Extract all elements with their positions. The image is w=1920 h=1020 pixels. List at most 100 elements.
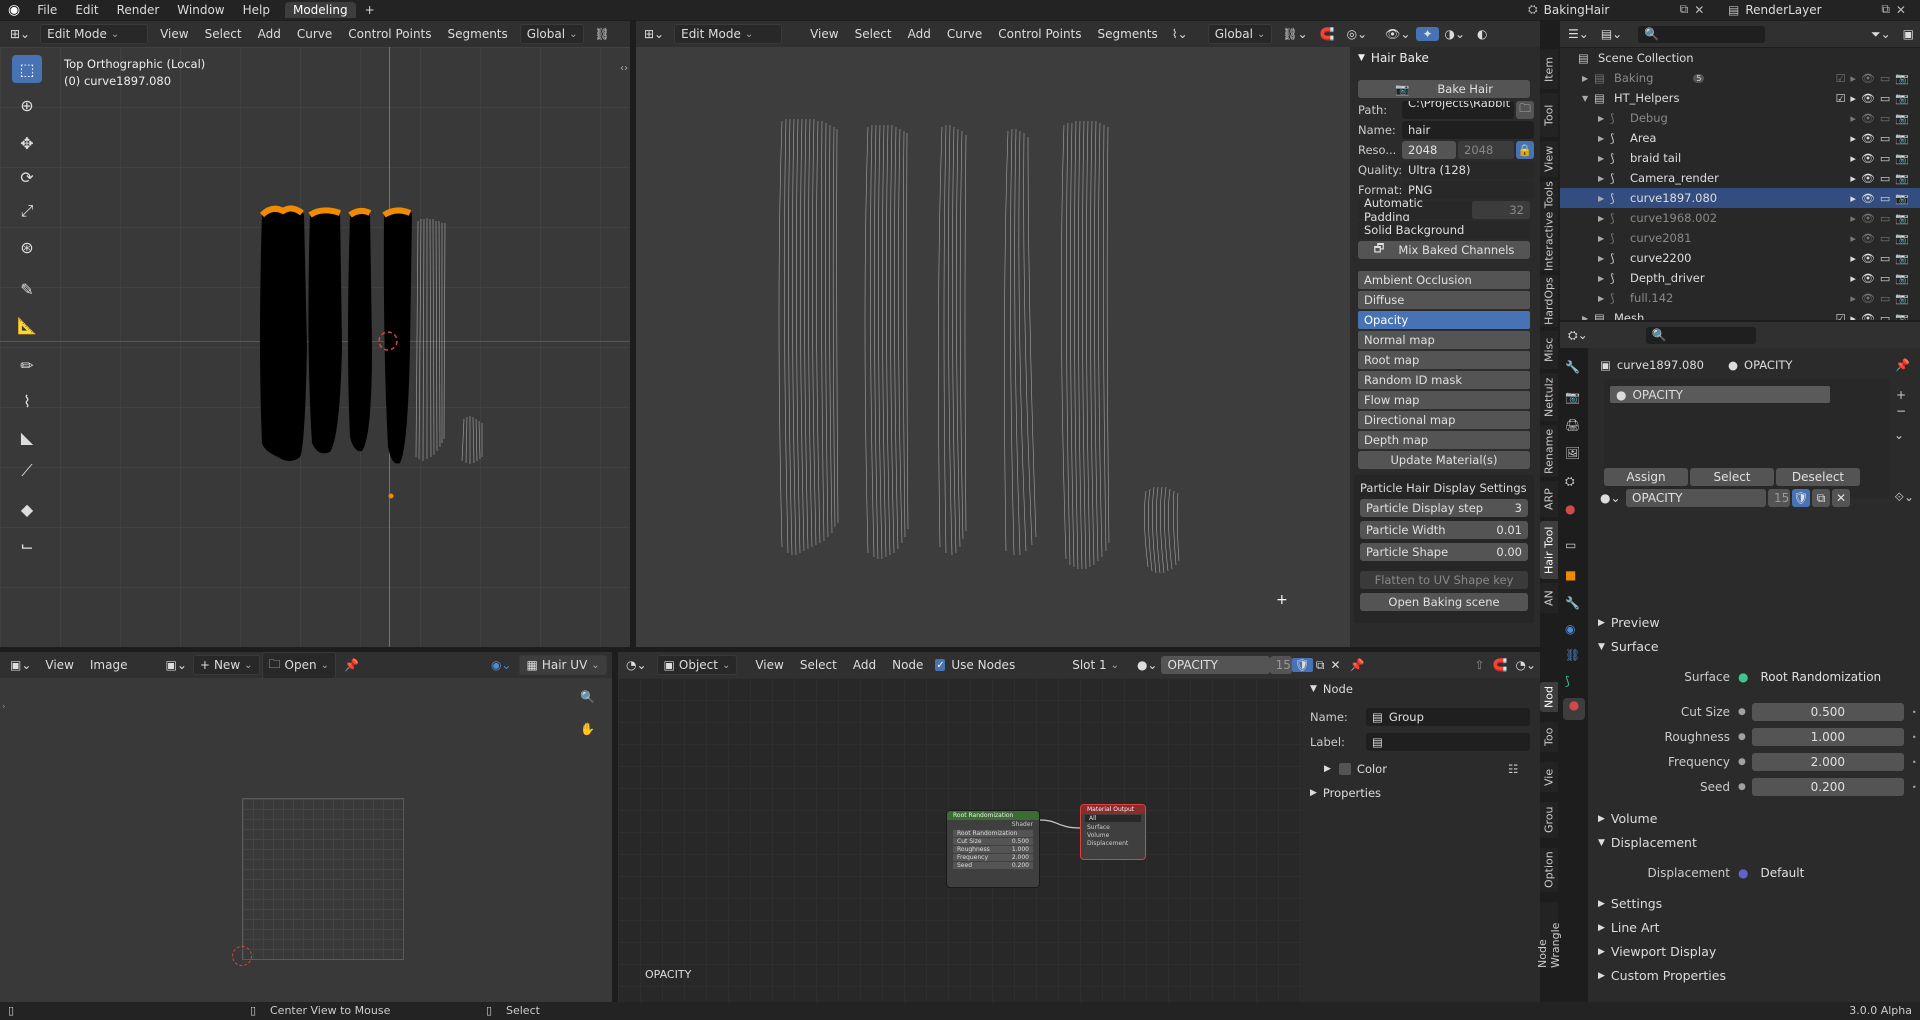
duplicate-material-icon[interactable]: ⧉ [1313,658,1328,673]
expand-arrow-icon[interactable]: ▶ [1598,114,1610,123]
mode-dropdown[interactable]: Edit Mode [40,24,149,44]
node-side-tab[interactable]: Grou [1540,802,1558,838]
color-presets-icon[interactable]: ☷ [1508,762,1518,776]
visibility-toggles[interactable]: ▸👁▭📷 [1850,112,1914,125]
editor-type-icon[interactable]: ⊞⌄ [0,27,36,41]
overlay-icon[interactable]: 👁⌄ [1379,27,1416,41]
display-mode-icon[interactable]: ▤⌄ [1595,27,1628,41]
zoom-icon[interactable]: 🔍 [580,690,595,704]
transform-orientation-dropdown[interactable]: Global [519,24,585,44]
channel-item[interactable]: Depth map [1358,431,1530,449]
param-value-field[interactable]: 2.000 [1751,753,1904,771]
pin-icon[interactable]: 📌 [1895,358,1910,372]
pin-icon[interactable]: 📌 [1344,658,1371,672]
menu-image[interactable]: Image [82,658,136,672]
select-button[interactable]: Select [1690,468,1774,486]
menu-render[interactable]: Render [108,3,169,17]
open-baking-scene-button[interactable]: Open Baking scene [1360,593,1528,611]
node-side-tab[interactable]: Vie [1540,762,1558,792]
expand-arrow-icon[interactable]: ▶ [1598,274,1610,283]
outliner-row[interactable]: ▼ ▤ HT_Helpers ☑▸👁▭📷 [1560,88,1920,108]
side-tab[interactable]: Misc [1540,331,1558,369]
visibility-toggles[interactable]: ▸👁▭📷 [1850,292,1914,305]
particle-shape-field[interactable]: Particle Shape 0.00 [1360,543,1528,561]
expand-arrow-icon[interactable]: ▶ [1598,134,1610,143]
outliner-row[interactable]: ▤ Scene Collection [1560,48,1920,68]
tool-tab-icon[interactable]: 🔧 [1565,360,1580,374]
background-dropdown[interactable]: Solid Background [1358,221,1530,239]
world-tab-icon[interactable]: ● [1565,502,1575,516]
material-name-field[interactable]: OPACITY [1161,656,1270,674]
material-users[interactable]: 15 [1768,489,1790,507]
folder-icon[interactable]: 🗀 [1516,101,1534,119]
right-3d-viewport[interactable]: + [636,47,1350,647]
uv-map-dropdown[interactable]: ▦ Hair UV [519,655,607,675]
mix-baked-channels-button[interactable]: 🗗 Mix Baked Channels [1358,241,1530,259]
fake-user-icon[interactable]: 🛡 [1792,489,1810,507]
image-browse-icon[interactable]: ▣⌄ [159,658,192,672]
material-slot-item[interactable]: ● OPACITY [1610,386,1830,403]
menu-segments[interactable]: Segments [1090,27,1166,41]
side-tab[interactable]: View [1540,141,1558,177]
parent-group-icon[interactable]: ⇧ [1470,658,1488,672]
editor-type-icon[interactable]: ☰⌄ [1560,27,1595,41]
properties-search-input[interactable]: 🔍 [1645,326,1756,344]
assign-button[interactable]: Assign [1604,468,1688,486]
padding-dropdown[interactable]: Automatic Padding [1358,196,1472,224]
menu-view[interactable]: View [37,658,81,672]
menu-view[interactable]: View [747,658,791,672]
line-art-section[interactable]: ▶ Line Art [1598,920,1660,935]
preview-section[interactable]: ▶ Preview [1598,615,1660,630]
extrude-tool[interactable]: ◣ [12,423,42,451]
outliner-row[interactable]: ▶ ▤ Mesh ☑▸👁▭📷 [1560,308,1920,320]
param-value-field[interactable]: 1.000 [1751,728,1904,746]
move-tool[interactable]: ✥ [12,129,42,157]
channel-item[interactable]: Random ID mask [1358,371,1530,389]
scene-tab-icon[interactable]: ⛭ [1565,474,1575,489]
add-slot-button[interactable]: + [1896,388,1906,402]
menu-select[interactable]: Select [847,27,900,41]
visibility-toggles[interactable]: ▸👁▭📷 [1850,192,1914,205]
expand-arrow-icon[interactable]: ▶ [1598,154,1610,163]
menu-select[interactable]: Select [792,658,845,672]
new-scene-icon[interactable]: ⧉ [1680,2,1689,17]
name-field[interactable]: hair [1402,121,1534,139]
outliner-search-input[interactable]: 🔍 [1638,25,1765,43]
channel-item[interactable]: Diffuse [1358,291,1530,309]
curve-draw-icon[interactable]: ⌇⌄ [1166,27,1194,41]
material-output-node[interactable]: Material Output All Surface Volume Displ… [1080,804,1146,860]
channel-item[interactable]: Directional map [1358,411,1530,429]
node-side-tab[interactable]: Node Wrangle [1536,902,1562,968]
expand-arrow-icon[interactable]: ▶ [1598,234,1610,243]
editor-type-icon[interactable]: ⊞⌄ [636,27,670,41]
xray-icon[interactable]: ◑⌄ [1439,27,1472,41]
scene-name-field[interactable]: BakingHair [1544,3,1674,17]
overlay-icon[interactable]: ◔⌄ [1511,658,1540,672]
browse-material-icon[interactable]: ●⌄ [1600,491,1624,505]
resolution-y-field[interactable]: 2048 [1458,141,1514,159]
outliner-row[interactable]: ▶ ⟆ Area ▸👁▭📷 [1560,128,1920,148]
delete-view-layer-icon[interactable]: ✕ [1896,3,1906,17]
keyframe-icon[interactable]: • [1912,758,1917,767]
menu-select[interactable]: Select [197,27,250,41]
flatten-uv-button[interactable]: Flatten to UV Shape key [1360,571,1528,589]
radius-tool[interactable]: ⟋ [12,457,42,485]
quality-dropdown[interactable]: Ultra (128) [1402,161,1534,179]
particle-width-field[interactable]: Particle Width 0.01 [1360,521,1528,539]
collection-tab-icon[interactable]: ▭ [1565,538,1576,552]
modifier-tab-icon[interactable]: 🔧 [1565,596,1580,610]
transform-orientation-dropdown[interactable]: Global [1207,24,1273,44]
expand-arrow-icon[interactable]: ▶ [1598,254,1610,263]
unlink-material-icon[interactable]: ✕ [1832,489,1850,507]
outliner-row[interactable]: ▶ ⟆ Depth_driver ▸👁▭📷 [1560,268,1920,288]
shading-icon[interactable]: ◐ [1471,27,1493,41]
data-tab-icon[interactable]: ⟆ [1565,674,1570,688]
editor-type-icon[interactable]: ▣⌄ [0,658,37,672]
menu-segments[interactable]: Segments [440,27,516,41]
menu-window[interactable]: Window [168,3,233,17]
path-field[interactable]: C:\Projects\Rabbit ... [1402,101,1514,119]
surface-section[interactable]: ▼ Surface [1598,639,1659,654]
outliner-row[interactable]: ▶ ⟆ curve1897.080 ▸👁▭📷 [1560,188,1920,208]
randomize-tool[interactable]: ◆ [12,495,42,523]
expand-arrow-icon[interactable]: ▶ [1582,314,1594,321]
